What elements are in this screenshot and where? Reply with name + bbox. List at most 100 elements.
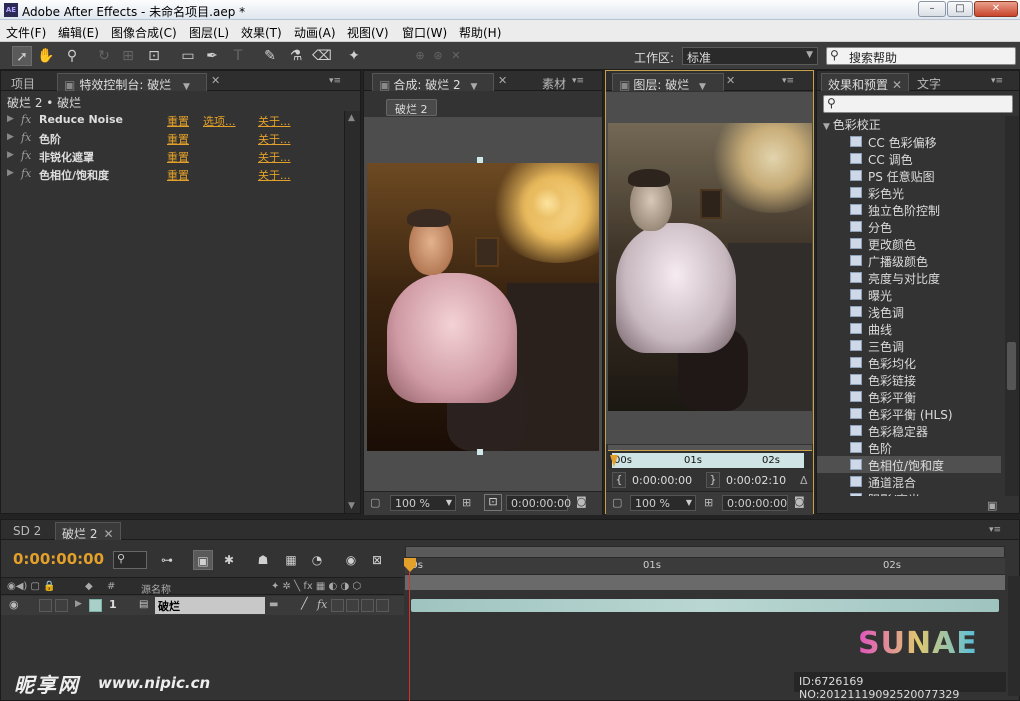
- menu-window[interactable]: 窗口(W): [402, 24, 447, 41]
- expand-triangle-icon[interactable]: ▶: [7, 132, 14, 142]
- pan-behind-tool-icon[interactable]: ⊡: [144, 46, 164, 66]
- effect-preset-item[interactable]: 色彩链接: [817, 371, 1001, 388]
- chevron-down-icon[interactable]: ▼: [470, 82, 477, 92]
- tab-timeline-comp[interactable]: 破烂 2 ✕: [55, 522, 121, 541]
- draft-3d-icon[interactable]: ✱: [219, 550, 239, 570]
- reset-link[interactable]: 重置: [167, 113, 189, 129]
- chevron-down-icon[interactable]: ▼: [699, 82, 706, 92]
- about-link[interactable]: 关于...: [258, 149, 291, 165]
- 3d-layer-toggle[interactable]: [376, 599, 389, 612]
- effect-preset-item[interactable]: 曲线: [817, 320, 1001, 337]
- scrollbar-thumb[interactable]: [1007, 342, 1016, 390]
- effects-search-input[interactable]: ⚲: [823, 95, 1013, 113]
- effect-preset-item[interactable]: 色阶: [817, 439, 1001, 456]
- motion-blur-toggle[interactable]: [346, 599, 359, 612]
- about-link[interactable]: 关于...: [258, 167, 291, 183]
- close-icon[interactable]: ✕: [726, 74, 735, 87]
- scroll-down-icon[interactable]: ▼: [348, 501, 355, 511]
- comp-viewer[interactable]: [364, 117, 602, 491]
- rotate-tool-icon[interactable]: ↻: [94, 46, 114, 66]
- timeline-search-input[interactable]: ⚲: [113, 551, 147, 569]
- panel-menu-icon[interactable]: ▾≡: [329, 76, 341, 86]
- effect-preset-item[interactable]: 三色调: [817, 337, 1001, 354]
- workspace-select[interactable]: 标准 ▼: [682, 47, 818, 65]
- close-icon[interactable]: ✕: [892, 78, 902, 92]
- menu-composition[interactable]: 图像合成(C): [111, 24, 177, 41]
- effect-preset-item[interactable]: 亮度与对比度: [817, 269, 1001, 286]
- effect-preset-item[interactable]: PS 任意贴图: [817, 167, 1001, 184]
- fx-icon[interactable]: fx: [21, 167, 31, 180]
- tab-project[interactable]: 项目: [5, 73, 41, 91]
- preview-toggle-icon[interactable]: ▢: [612, 496, 622, 509]
- panel-menu-icon[interactable]: ▾≡: [991, 76, 1003, 86]
- options-link[interactable]: 选项...: [203, 113, 236, 129]
- tab-effect-controls[interactable]: ▣ 特效控制台: 破烂 ▼: [57, 73, 207, 92]
- set-in-point-icon[interactable]: {: [612, 472, 626, 488]
- panel-menu-icon[interactable]: ▾≡: [782, 76, 794, 86]
- effect-row[interactable]: ▶ fx Reduce Noise 重置 选项... 关于...: [1, 111, 344, 129]
- shy-layers-icon[interactable]: ☗: [253, 550, 273, 570]
- effect-preset-item[interactable]: 色彩均化: [817, 354, 1001, 371]
- reset-link[interactable]: 重置: [167, 131, 189, 147]
- grid-guides-icon[interactable]: ⊞: [462, 496, 471, 509]
- grid-guides-icon[interactable]: ⊞: [704, 496, 713, 509]
- effect-preset-item[interactable]: 色彩平衡: [817, 388, 1001, 405]
- menu-edit[interactable]: 编辑(E): [58, 24, 99, 41]
- puppet-extra-icon[interactable]: ✕: [446, 46, 466, 66]
- about-link[interactable]: 关于...: [258, 131, 291, 147]
- effect-preset-item[interactable]: 阴影/高光: [817, 490, 1001, 496]
- fx-icon[interactable]: fx: [21, 113, 31, 126]
- close-icon[interactable]: ✕: [103, 527, 113, 541]
- expand-triangle-icon[interactable]: ▶: [7, 150, 14, 160]
- menu-view[interactable]: 视图(V): [347, 24, 389, 41]
- quality-switch-icon[interactable]: ╱: [301, 597, 308, 610]
- search-help-input[interactable]: ⚲ 搜索帮助: [826, 47, 1016, 65]
- effect-preset-item[interactable]: 曝光: [817, 286, 1001, 303]
- mini-flowchart-icon[interactable]: ⊶: [157, 550, 177, 570]
- fx-icon[interactable]: fx: [317, 598, 327, 611]
- menu-help[interactable]: 帮助(H): [459, 24, 501, 41]
- tab-layer[interactable]: ▣ 图层: 破烂 ▼: [612, 73, 724, 92]
- close-icon[interactable]: ✕: [498, 74, 507, 87]
- magnification-select[interactable]: 100 % ▼: [630, 495, 696, 511]
- layer-duration-bar[interactable]: [411, 599, 999, 612]
- tab-character[interactable]: 文字: [911, 73, 947, 91]
- hand-tool-icon[interactable]: ✋: [36, 46, 56, 66]
- snapshot-camera-icon[interactable]: ◙: [576, 495, 587, 508]
- fx-icon[interactable]: fx: [21, 131, 31, 144]
- close-button[interactable]: ✕: [974, 1, 1018, 17]
- work-area-bar[interactable]: [405, 546, 1005, 558]
- close-icon[interactable]: ✕: [211, 74, 220, 87]
- lock-toggle[interactable]: [55, 599, 68, 612]
- frame-blend-toggle[interactable]: [331, 599, 344, 612]
- vertical-scrollbar[interactable]: [1005, 116, 1019, 496]
- tab-sd2[interactable]: SD 2: [7, 522, 47, 540]
- motion-blur-icon[interactable]: ◔: [307, 550, 327, 570]
- effect-preset-item[interactable]: 更改颜色: [817, 235, 1001, 252]
- reset-link[interactable]: 重置: [167, 167, 189, 183]
- about-link[interactable]: 关于...: [258, 113, 291, 129]
- puppet-overlap-icon[interactable]: ⊛: [428, 46, 448, 66]
- preview-toggle-icon[interactable]: ▢: [370, 496, 380, 509]
- eye-icon[interactable]: ◉: [9, 598, 19, 611]
- snapshot-camera-icon[interactable]: ◙: [794, 495, 805, 508]
- in-point-time[interactable]: 0:00:00:00: [632, 474, 692, 487]
- effect-preset-item[interactable]: CC 色彩偏移: [817, 133, 1001, 150]
- set-out-point-icon[interactable]: }: [706, 472, 720, 488]
- clone-stamp-tool-icon[interactable]: ⚗: [286, 46, 306, 66]
- puppet-starch-icon[interactable]: ⊕: [410, 46, 430, 66]
- effect-preset-item[interactable]: 色相位/饱和度: [817, 456, 1001, 473]
- tab-composition[interactable]: ▣ 合成: 破烂 2 ▼: [372, 73, 494, 92]
- label-color-swatch[interactable]: [89, 599, 102, 612]
- timeline-current-time[interactable]: 0:00:00:00: [13, 550, 104, 568]
- frame-blending-icon[interactable]: ▦: [281, 550, 301, 570]
- tab-effects-presets[interactable]: 效果和预置 ✕: [821, 73, 910, 92]
- effect-preset-item[interactable]: 分色: [817, 218, 1001, 235]
- fx-icon[interactable]: fx: [21, 149, 31, 162]
- menu-effect[interactable]: 效果(T): [241, 24, 282, 41]
- anchor-handle-top[interactable]: [477, 157, 483, 163]
- brush-tool-icon[interactable]: ✎: [260, 46, 280, 66]
- expand-triangle-icon[interactable]: ▶: [7, 114, 14, 124]
- effect-preset-item[interactable]: 浅色调: [817, 303, 1001, 320]
- category-color-correction[interactable]: ▼ 色彩校正: [823, 116, 881, 133]
